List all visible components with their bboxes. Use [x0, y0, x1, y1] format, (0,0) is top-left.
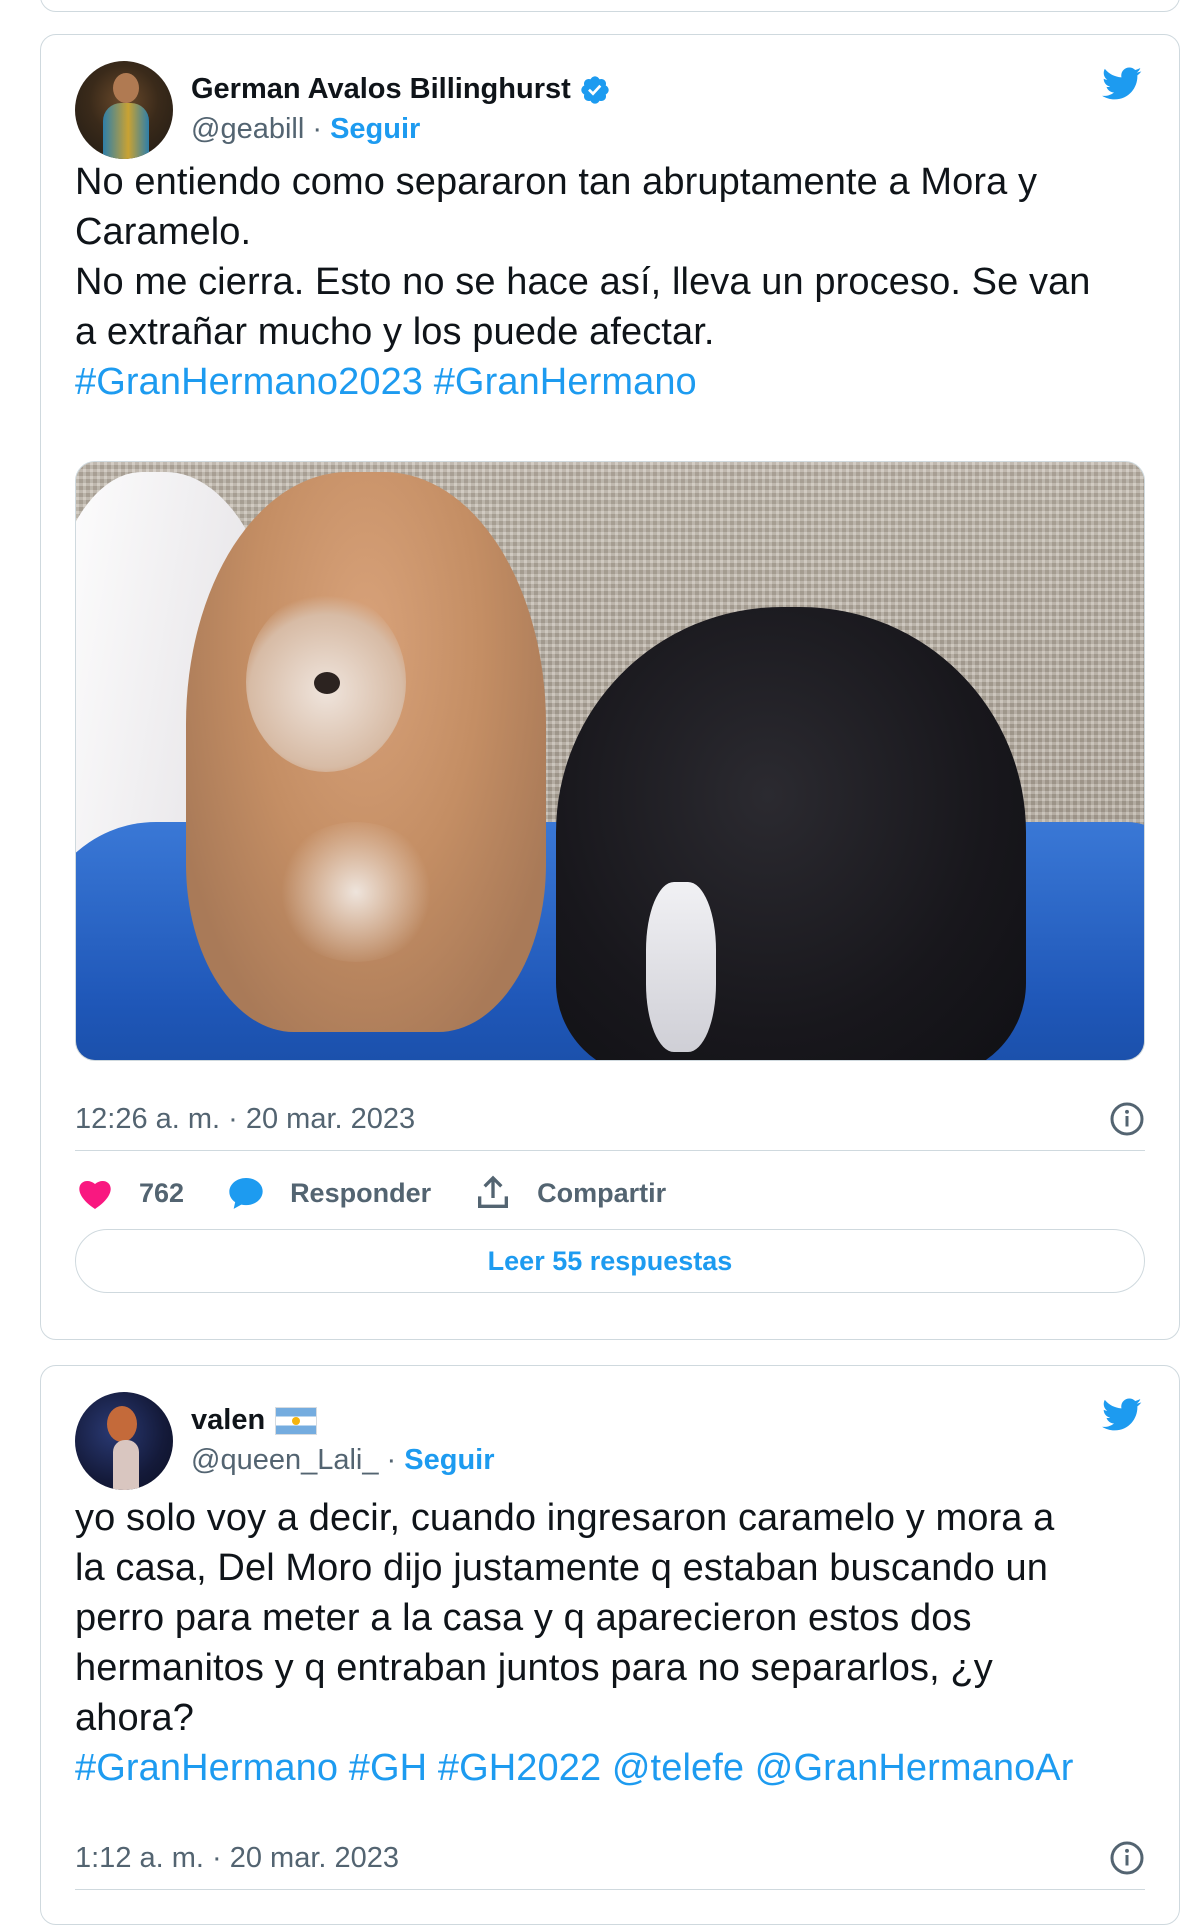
author-name[interactable]: German Avalos Billinghurst	[191, 73, 571, 106]
author-name-row: valen	[191, 1404, 318, 1437]
twitter-bird-icon[interactable]	[1099, 63, 1145, 103]
separator: ·	[304, 113, 331, 145]
tweet-text-line: a extrañar mucho y los puede afectar.	[75, 311, 715, 353]
tweet-card-2[interactable]: valen @queen_Lali_ · Seguir yo solo voy …	[40, 1365, 1180, 1925]
heart-icon	[79, 1180, 111, 1209]
tweet-text-line: hermanitos y q entraban juntos para no s…	[75, 1647, 993, 1689]
share-button[interactable]: Compartir	[473, 1173, 666, 1213]
tweet-text-line: la casa, Del Moro dijo justamente q esta…	[75, 1547, 1048, 1589]
tweet-text-line: No entiendo como separaron tan abruptame…	[75, 161, 1038, 203]
author-avatar[interactable]	[75, 61, 173, 159]
tweet-text: No entiendo como separaron tan abruptame…	[75, 157, 1145, 407]
like-count: 762	[139, 1177, 185, 1208]
argentina-flag-icon	[275, 1406, 318, 1435]
tweet-timestamp[interactable]: 1:12 a. m. · 20 mar. 2023	[75, 1842, 399, 1875]
divider	[75, 1889, 1145, 1890]
author-handle[interactable]: @queen_Lali_	[191, 1444, 378, 1476]
tweet-text-line: Caramelo.	[75, 211, 252, 253]
tweet-text-line: No me cierra. Esto no se hace así, lleva…	[75, 261, 1091, 303]
author-name-row: German Avalos Billinghurst	[191, 73, 611, 106]
follow-button[interactable]: Seguir	[404, 1444, 494, 1476]
like-button[interactable]: 762	[75, 1173, 184, 1213]
author-handle[interactable]: @geabill	[191, 113, 304, 145]
timestamp-row: 1:12 a. m. · 20 mar. 2023	[75, 1840, 1145, 1876]
tweet-text-line: ahora?	[75, 1697, 194, 1739]
share-label: Compartir	[537, 1177, 667, 1208]
read-replies-button[interactable]: Leer 55 respuestas	[75, 1229, 1145, 1293]
author-name[interactable]: valen	[191, 1404, 265, 1437]
tweet-text-line: perro para meter a la casa y q aparecier…	[75, 1597, 972, 1639]
follow-button[interactable]: Seguir	[330, 113, 420, 145]
timestamp-row: 12:26 a. m. · 20 mar. 2023	[75, 1101, 1145, 1137]
tweet-media-image[interactable]	[75, 461, 1145, 1061]
tweet-text-line: yo solo voy a decir, cuando ingresaron c…	[75, 1497, 1055, 1539]
tweet-card-1[interactable]: German Avalos Billinghurst @geabill · Se…	[40, 34, 1180, 1340]
divider	[75, 1150, 1145, 1151]
author-handle-row: @geabill · Seguir	[191, 113, 420, 146]
share-icon	[478, 1175, 509, 1208]
tweet-actions: 762 Responder Compartir	[75, 1173, 708, 1213]
hashtag-links[interactable]: #GranHermano2023 #GranHermano	[75, 357, 1145, 407]
reply-label: Responder	[290, 1177, 432, 1208]
tweet-timestamp[interactable]: 12:26 a. m. · 20 mar. 2023	[75, 1103, 415, 1136]
tweet-text: yo solo voy a decir, cuando ingresaron c…	[75, 1493, 1145, 1793]
author-avatar[interactable]	[75, 1392, 173, 1490]
twitter-bird-icon[interactable]	[1099, 1394, 1145, 1434]
previous-tweet-card-edge	[40, 0, 1180, 12]
reply-bubble-icon	[229, 1178, 263, 1209]
reply-button[interactable]: Responder	[226, 1173, 431, 1213]
author-handle-row: @queen_Lali_ · Seguir	[191, 1444, 495, 1477]
info-icon[interactable]	[1109, 1840, 1145, 1876]
info-icon[interactable]	[1109, 1101, 1145, 1137]
hashtag-links[interactable]: #GranHermano #GH #GH2022 @telefe @GranHe…	[75, 1743, 1145, 1793]
verified-badge-icon	[581, 75, 609, 104]
separator: ·	[378, 1444, 405, 1476]
